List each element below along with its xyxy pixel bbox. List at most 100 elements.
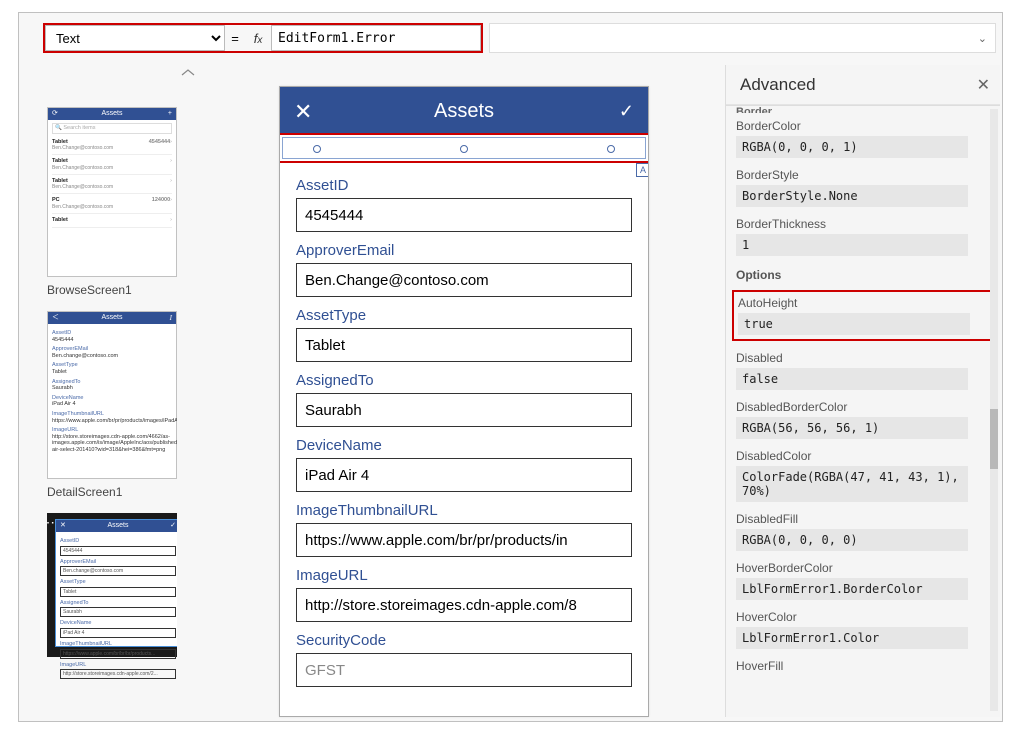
prop-value[interactable]: true <box>738 313 970 335</box>
prop-value[interactable]: RGBA(0, 0, 0, 0) <box>736 529 968 551</box>
form-header: ✕ Assets ✓ <box>280 87 648 135</box>
prop-row: HoverBorderColor LblFormError1.BorderColo… <box>736 561 990 600</box>
chevron-down-icon[interactable]: ⌄ <box>978 32 987 45</box>
prop-row: HoverColor LblFormError1.Color <box>736 610 990 649</box>
scrollbar-thumb[interactable] <box>990 409 998 469</box>
form-field: ImageThumbnailURL <box>296 502 632 557</box>
advanced-scroll[interactable]: Border BorderColorRGBA(0, 0, 0, 1)Border… <box>726 105 1000 717</box>
property-select[interactable]: Text <box>45 25 225 51</box>
prop-value[interactable]: RGBA(56, 56, 56, 1) <box>736 417 968 439</box>
prop-value[interactable]: 1 <box>736 234 968 256</box>
resize-handle[interactable] <box>607 145 615 153</box>
list-item: ›PC124000Ben.Change@contoso.com <box>52 194 172 214</box>
list-item: AssetTypeTablet <box>60 579 176 597</box>
prop-label: DisabledFill <box>736 512 990 526</box>
fx-icon[interactable]: fx <box>245 31 271 46</box>
close-icon: ✕ <box>60 522 66 530</box>
prop-value[interactable]: RGBA(0, 0, 0, 1) <box>736 136 968 158</box>
formula-bar-highlight: Text = fx <box>43 23 483 53</box>
prop-row: DisabledBorderColor RGBA(56, 56, 56, 1) <box>736 400 990 439</box>
resize-handle[interactable] <box>313 145 321 153</box>
panel-collapse-toggle[interactable] <box>179 67 197 79</box>
list-item: DeviceNameiPad Air 4 <box>60 620 176 638</box>
field-input[interactable] <box>296 523 632 557</box>
selected-control[interactable] <box>282 137 646 159</box>
prop-row: BorderThickness1 <box>736 217 990 256</box>
prop-value[interactable]: false <box>736 368 968 390</box>
selection-highlight: A <box>279 133 649 163</box>
prop-label: DisabledBorderColor <box>736 400 990 414</box>
prop-row: DisabledColor ColorFade(RGBA(47, 41, 43, … <box>736 449 990 502</box>
prop-value[interactable]: ColorFade(RGBA(47, 41, 43, 1), 70%) <box>736 466 968 502</box>
check-icon: ✓ <box>170 522 176 530</box>
prop-label: BorderStyle <box>736 168 990 182</box>
prop-label: Disabled <box>736 351 990 365</box>
prop-label: AutoHeight <box>738 296 988 310</box>
prop-label: BorderColor <box>736 119 990 133</box>
field-input[interactable] <box>296 588 632 622</box>
field-label: ImageURL <box>296 567 632 584</box>
prop-value[interactable]: LblFormError1.BorderColor <box>736 578 968 600</box>
prop-label: HoverFill <box>736 659 990 673</box>
more-icon[interactable]: ⋯ <box>47 519 53 525</box>
prop-row: BorderColor RGBA(0, 0, 0, 1) <box>736 119 990 158</box>
list-item: ›TabletBen.Change@contoso.com <box>52 175 172 195</box>
close-icon[interactable]: ✕ <box>977 75 990 95</box>
screen-thumbnails: ⟳Assets+ 🔍 Search items ›Tablet4545444Be… <box>47 107 177 717</box>
formula-bar-extension[interactable]: ⌄ <box>489 23 996 53</box>
formula-input[interactable] <box>271 25 481 51</box>
prop-label: HoverBorderColor <box>736 561 990 575</box>
field-input[interactable] <box>296 198 632 232</box>
search-placeholder: 🔍 Search items <box>52 123 172 134</box>
list-item: ›Tablet4545444Ben.Change@contoso.com <box>52 136 172 156</box>
resize-handle[interactable] <box>460 145 468 153</box>
thumb-browse-label: BrowseScreen1 <box>47 283 177 297</box>
list-item: DeviceNameiPad Air 4 <box>52 395 172 408</box>
prop-label: DisabledColor <box>736 449 990 463</box>
field-input[interactable] <box>296 393 632 427</box>
scrollbar[interactable] <box>990 109 998 711</box>
prop-value[interactable]: LblFormError1.Color <box>736 627 968 649</box>
form-field: ImageURL <box>296 567 632 622</box>
thumb-browse[interactable]: ⟳Assets+ 🔍 Search items ›Tablet4545444Be… <box>47 107 177 277</box>
form-field: ApproverEmail <box>296 242 632 297</box>
form-field: SecurityCode <box>296 632 632 687</box>
list-item: ImageURLhttp://store.storeimages.cdn-app… <box>52 427 172 453</box>
list-item: ImageURLhttp://store.storeimages.cdn-app… <box>60 662 176 680</box>
form-field: AssetType <box>296 307 632 362</box>
close-icon[interactable]: ✕ <box>294 99 312 125</box>
form-title: Assets <box>434 100 494 123</box>
section-options: Options <box>736 268 990 282</box>
field-input[interactable] <box>296 458 632 492</box>
field-label: DeviceName <box>296 437 632 454</box>
list-item: AssignedToSaurabh <box>52 379 172 392</box>
edit-icon: I <box>170 314 172 322</box>
form-field: AssetID <box>296 177 632 232</box>
section-border: Border <box>726 105 1000 113</box>
canvas[interactable]: ✕ Assets ✓ A AssetID ApproverEmail AssetTy… <box>279 86 649 717</box>
equals-sign: = <box>225 31 245 46</box>
list-item: ›Tablet <box>52 214 172 228</box>
field-input[interactable] <box>296 653 632 687</box>
prop-autoheight-highlight: AutoHeight true <box>732 290 994 341</box>
field-label: SecurityCode <box>296 632 632 649</box>
prop-label: HoverColor <box>736 610 990 624</box>
form-field: AssignedTo <box>296 372 632 427</box>
check-icon[interactable]: ✓ <box>619 101 634 122</box>
list-item: AssetID4545444 <box>60 538 176 556</box>
list-item: ApproverEMailBen.change@contoso.com <box>52 346 172 359</box>
thumb-detail[interactable]: ＜AssetsI AssetID4545444ApproverEMailBen.… <box>47 311 177 479</box>
field-input[interactable] <box>296 263 632 297</box>
control-type-badge: A <box>636 163 649 177</box>
field-input[interactable] <box>296 328 632 362</box>
list-item: ApproverEMailBen.change@contoso.com <box>60 559 176 577</box>
thumb-detail-label: DetailScreen1 <box>47 485 177 499</box>
thumb-edit-selected[interactable]: ⋯ ✕Assets✓ AssetID4545444ApproverEMailBe… <box>47 513 177 657</box>
list-item: ImageThumbnailURLhttps://www.apple.com/b… <box>60 641 176 659</box>
prop-value[interactable]: BorderStyle.None <box>736 185 968 207</box>
list-item: ImageThumbnailURLhttps://www.apple.com/b… <box>52 411 172 424</box>
advanced-header: Advanced ✕ <box>726 65 1000 105</box>
list-item: AssetID4545444 <box>52 330 172 343</box>
advanced-panel: Advanced ✕ Border BorderColor RGBA(0, 0, … <box>725 65 1000 717</box>
field-label: ImageThumbnailURL <box>296 502 632 519</box>
